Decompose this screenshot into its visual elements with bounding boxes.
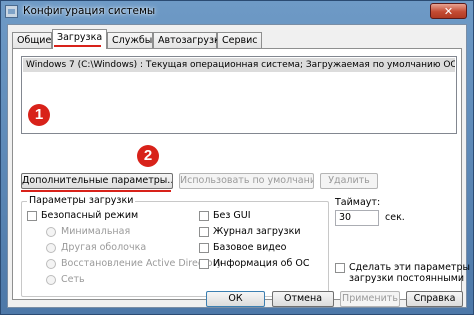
boot-log-label: Журнал загрузки: [213, 226, 301, 237]
radio-circle: [46, 274, 56, 285]
apply-button[interactable]: Применить: [340, 291, 400, 307]
advanced-options-button[interactable]: Дополнительные параметры...: [21, 173, 173, 189]
close-icon: ✕: [443, 5, 454, 18]
close-button[interactable]: ✕: [430, 3, 467, 19]
radio-minimal[interactable]: Минимальная: [46, 226, 130, 237]
boot-options-title: Параметры загрузки: [27, 195, 136, 206]
delete-button[interactable]: Удалить: [320, 173, 378, 189]
base-video-label: Базовое видео: [213, 242, 287, 253]
help-button[interactable]: Справка: [406, 291, 463, 307]
ok-button[interactable]: ОК: [206, 291, 265, 307]
safe-mode-checkbox[interactable]: Безопасный режим: [27, 210, 138, 221]
os-list-item[interactable]: Windows 7 (C:\Windows) : Текущая операци…: [23, 58, 455, 72]
checkbox-box: [199, 242, 209, 253]
timeout-label: Таймаут:: [335, 197, 381, 208]
timeout-unit: сек.: [385, 212, 405, 223]
radio-label: Сеть: [61, 274, 85, 285]
system-config-window: Конфигурация системы ✕ Общие Загрузка Сл…: [0, 0, 474, 315]
annotation-underline-button: [21, 190, 171, 192]
title-bar[interactable]: Конфигурация системы ✕: [1, 1, 473, 23]
radio-network[interactable]: Сеть: [46, 274, 85, 285]
set-default-button[interactable]: Использовать по умолчанию: [179, 173, 314, 189]
boot-panel: Windows 7 (C:\Windows) : Текущая операци…: [12, 48, 470, 300]
window-title: Конфигурация системы: [23, 5, 156, 17]
radio-label: Другая оболочка: [61, 242, 147, 253]
annotation-badge-1: 1: [28, 104, 50, 126]
annotation-underline-tab: [54, 45, 101, 47]
make-permanent-line2: загрузки постоянными: [349, 273, 465, 284]
checkbox-box: [199, 226, 209, 237]
radio-circle: [46, 242, 56, 253]
tab-tools[interactable]: Сервис: [217, 32, 262, 48]
tab-general[interactable]: Общие: [12, 32, 52, 48]
safe-mode-label: Безопасный режим: [41, 210, 139, 221]
checkbox-box: [27, 210, 37, 221]
tab-startup[interactable]: Автозагрузка: [153, 32, 226, 48]
cancel-button[interactable]: Отмена: [272, 291, 334, 307]
base-video-checkbox[interactable]: Базовое видео: [199, 242, 286, 253]
checkbox-box: [199, 210, 209, 221]
no-gui-label: Без GUI: [213, 210, 251, 221]
tab-services[interactable]: Службы: [107, 32, 153, 48]
os-info-label: Информация об ОС: [213, 258, 310, 269]
radio-circle: [46, 258, 56, 269]
timeout-input[interactable]: 30: [335, 210, 379, 226]
boot-options-group: Параметры загрузки Безопасный режим Мини…: [21, 195, 329, 297]
dialog-client-area: Общие Загрузка Службы Автозагрузка Серви…: [7, 24, 470, 308]
radio-circle: [46, 226, 56, 237]
checkbox-box: [335, 263, 345, 273]
radio-ad-repair[interactable]: Восстановление Active Directory: [46, 258, 222, 269]
app-icon: [5, 5, 18, 18]
os-info-checkbox[interactable]: Информация об ОС: [199, 258, 309, 269]
make-permanent-checkbox[interactable]: Сделать эти параметры загрузки постоянны…: [335, 262, 470, 284]
os-list[interactable]: Windows 7 (C:\Windows) : Текущая операци…: [21, 56, 457, 134]
radio-alternate-shell[interactable]: Другая оболочка: [46, 242, 146, 253]
radio-label: Восстановление Active Directory: [61, 258, 223, 269]
no-gui-checkbox[interactable]: Без GUI: [199, 210, 251, 221]
make-permanent-line1: Сделать эти параметры: [349, 262, 470, 273]
radio-label: Минимальная: [61, 226, 131, 237]
make-permanent-text: Сделать эти параметры загрузки постоянны…: [349, 262, 470, 284]
boot-log-checkbox[interactable]: Журнал загрузки: [199, 226, 301, 237]
annotation-badge-2: 2: [137, 145, 159, 167]
checkbox-box: [199, 258, 209, 269]
